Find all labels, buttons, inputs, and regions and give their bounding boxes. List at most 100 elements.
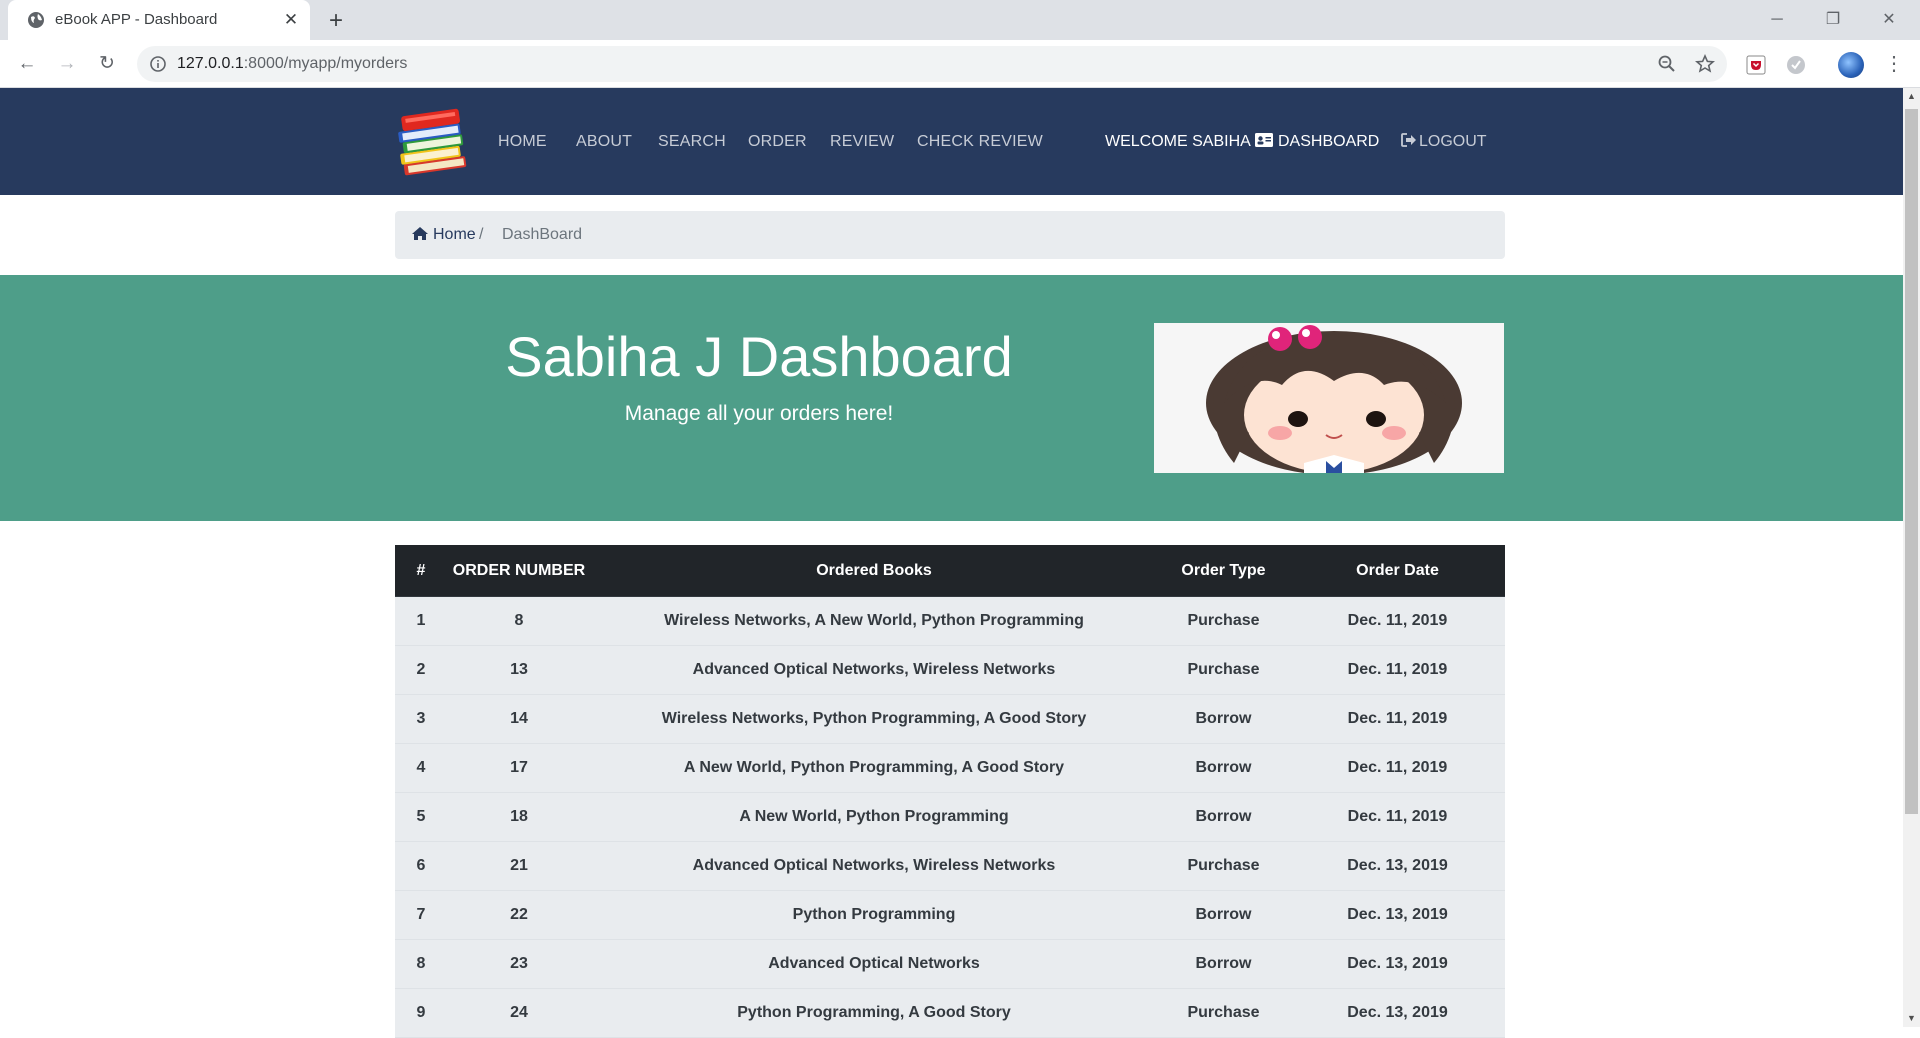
cell-order-number: 17 [447, 743, 591, 793]
cell-index: 9 [395, 988, 447, 1038]
cell-order-number: 21 [447, 841, 591, 891]
column-header-index: # [395, 545, 447, 597]
cell-order-number: 8 [447, 596, 591, 646]
scroll-down-arrow-icon[interactable]: ▼ [1903, 1010, 1920, 1027]
url-host: 127.0.0.1 [177, 55, 244, 72]
cell-ordered-books: A New World, Python Programming, A Good … [591, 743, 1157, 793]
nav-check-review[interactable]: CHECK REVIEW [917, 88, 1043, 195]
scroll-up-arrow-icon[interactable]: ▲ [1903, 88, 1920, 105]
cell-order-type: Borrow [1157, 939, 1290, 989]
cell-order-date: Dec. 13, 2019 [1290, 890, 1505, 940]
extension-icon[interactable] [1785, 54, 1807, 76]
restore-icon[interactable]: ❐ [1816, 5, 1850, 35]
tab-title: eBook APP - Dashboard [55, 11, 218, 28]
nav-search[interactable]: SEARCH [658, 88, 726, 195]
table-header-row: # ORDER NUMBER Ordered Books Order Type … [395, 545, 1505, 597]
site-navbar: HOME ABOUT SEARCH ORDER REVIEW CHECK REV… [0, 88, 1903, 195]
info-icon[interactable] [150, 56, 166, 72]
back-icon[interactable]: ← [13, 50, 41, 78]
cell-order-date: Dec. 11, 2019 [1290, 694, 1505, 744]
table-row: 5 18 A New World, Python Programming Bor… [395, 792, 1505, 842]
breadcrumb-home-label: Home [433, 226, 476, 243]
user-avatar-image [1154, 323, 1504, 473]
column-header-ordered-books: Ordered Books [591, 545, 1157, 597]
cell-ordered-books: Advanced Optical Networks [591, 939, 1157, 989]
address-bar[interactable]: 127.0.0.1:8000/myapp/myorders [137, 46, 1727, 82]
menu-kebab-icon[interactable]: ⋮ [1884, 50, 1904, 78]
cell-index: 7 [395, 890, 447, 940]
cell-order-type: Purchase [1157, 988, 1290, 1038]
cell-order-date: Dec. 11, 2019 [1290, 596, 1505, 646]
tab-close-icon[interactable]: ✕ [280, 9, 302, 31]
breadcrumb: Home / DashBoard [395, 211, 1505, 259]
browser-tab-bar: eBook APP - Dashboard ✕ + ─ ❐ ✕ [0, 0, 1920, 40]
url-text[interactable]: 127.0.0.1:8000/myapp/myorders [177, 46, 407, 82]
forward-icon[interactable]: → [53, 50, 81, 78]
cell-order-type: Purchase [1157, 841, 1290, 891]
table-row: 8 23 Advanced Optical Networks Borrow De… [395, 939, 1505, 989]
cell-index: 4 [395, 743, 447, 793]
nav-home[interactable]: HOME [498, 88, 547, 195]
table-row: 3 14 Wireless Networks, Python Programmi… [395, 694, 1505, 744]
cell-order-date: Dec. 13, 2019 [1290, 988, 1505, 1038]
cell-ordered-books: A New World, Python Programming [591, 792, 1157, 842]
bookmark-star-icon[interactable] [1695, 54, 1715, 74]
cell-index: 1 [395, 596, 447, 646]
cell-index: 5 [395, 792, 447, 842]
breadcrumb-home[interactable]: Home [411, 211, 476, 259]
cell-order-date: Dec. 11, 2019 [1290, 743, 1505, 793]
scrollbar-thumb[interactable] [1905, 109, 1918, 814]
cell-order-number: 14 [447, 694, 591, 744]
nav-order[interactable]: ORDER [748, 88, 807, 195]
column-header-order-date: Order Date [1290, 545, 1505, 597]
close-icon[interactable]: ✕ [1872, 5, 1906, 35]
table-row: 2 13 Advanced Optical Networks, Wireless… [395, 645, 1505, 695]
table-row: 4 17 A New World, Python Programming, A … [395, 743, 1505, 793]
url-path: :8000/myapp/myorders [243, 55, 408, 72]
page-subtitle: Manage all your orders here! [624, 402, 894, 425]
table-row: 6 21 Advanced Optical Networks, Wireless… [395, 841, 1505, 891]
cell-ordered-books: Wireless Networks, A New World, Python P… [591, 596, 1157, 646]
cell-order-number: 18 [447, 792, 591, 842]
breadcrumb-separator: / [479, 226, 484, 243]
minimize-icon[interactable]: ─ [1760, 5, 1794, 35]
nav-logout[interactable]: LOGOUT [1401, 88, 1487, 195]
cell-ordered-books: Advanced Optical Networks, Wireless Netw… [591, 645, 1157, 695]
cell-index: 2 [395, 645, 447, 695]
cell-ordered-books: Python Programming [591, 890, 1157, 940]
cell-order-date: Dec. 11, 2019 [1290, 645, 1505, 695]
reload-icon[interactable]: ↻ [93, 50, 121, 78]
browser-tab[interactable]: eBook APP - Dashboard ✕ [8, 0, 310, 40]
table-row: 7 22 Python Programming Borrow Dec. 13, … [395, 890, 1505, 940]
cell-index: 8 [395, 939, 447, 989]
browser-toolbar: ← → ↻ 127.0.0.1:8000/myapp/myorders ⋮ [0, 40, 1920, 88]
plus-icon[interactable]: + [323, 8, 349, 34]
cell-order-number: 24 [447, 988, 591, 1038]
nav-dashboard[interactable]: DASHBOARD [1255, 88, 1379, 195]
page-scrollbar[interactable]: ▲ ▼ [1903, 88, 1920, 1027]
dashboard-hero: Sabiha J Dashboard Manage all your order… [0, 275, 1903, 521]
cell-order-number: 23 [447, 939, 591, 989]
column-header-order-type: Order Type [1157, 545, 1290, 597]
table-row: 1 8 Wireless Networks, A New World, Pyth… [395, 596, 1505, 646]
profile-avatar[interactable] [1838, 52, 1864, 78]
nav-logout-label: LOGOUT [1419, 133, 1487, 150]
books-logo-icon[interactable] [395, 104, 475, 180]
zoom-icon[interactable] [1657, 54, 1677, 74]
orders-table: # ORDER NUMBER Ordered Books Order Type … [395, 545, 1505, 1038]
cell-order-type: Borrow [1157, 890, 1290, 940]
cell-order-type: Borrow [1157, 792, 1290, 842]
cell-ordered-books: Python Programming, A Good Story [591, 988, 1157, 1038]
nav-dashboard-label: DASHBOARD [1278, 133, 1380, 150]
cell-order-date: Dec. 11, 2019 [1290, 792, 1505, 842]
nav-review[interactable]: REVIEW [830, 88, 894, 195]
nav-about[interactable]: ABOUT [576, 88, 632, 195]
cell-order-type: Purchase [1157, 596, 1290, 646]
cell-ordered-books: Wireless Networks, Python Programming, A… [591, 694, 1157, 744]
pocket-extension-icon[interactable] [1745, 54, 1767, 76]
page-title: Sabiha J Dashboard [505, 325, 1013, 388]
cell-order-date: Dec. 13, 2019 [1290, 939, 1505, 989]
home-icon [412, 227, 428, 240]
cell-index: 3 [395, 694, 447, 744]
globe-icon [28, 12, 44, 28]
